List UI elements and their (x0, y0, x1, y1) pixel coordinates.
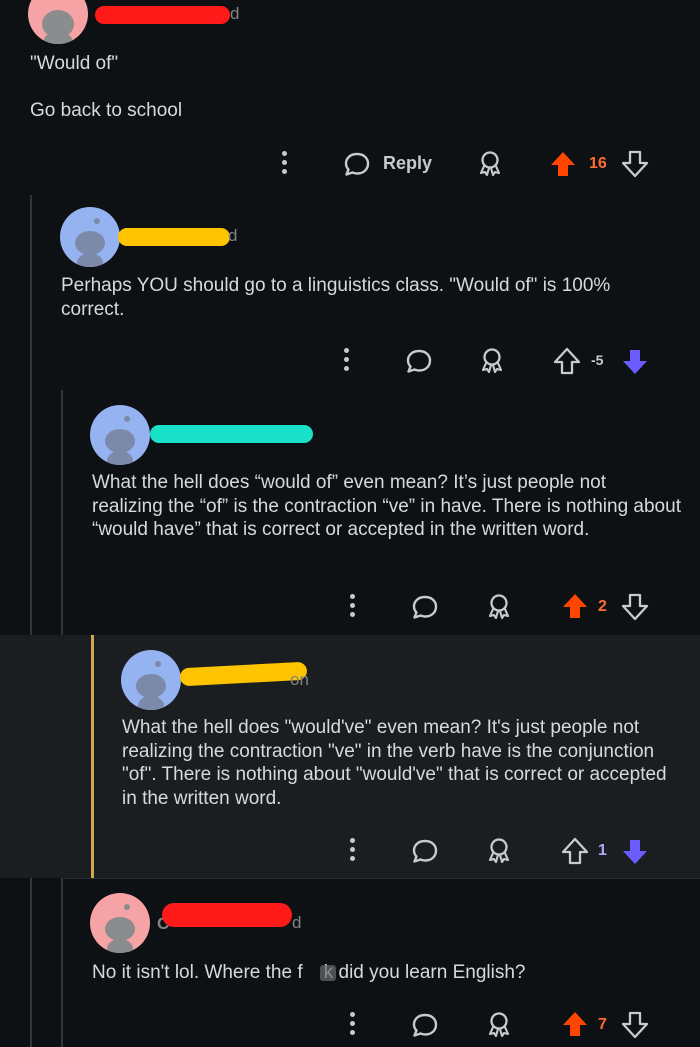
upvote-icon[interactable] (552, 346, 582, 376)
upvote-icon[interactable] (560, 836, 590, 866)
award-icon[interactable] (477, 346, 507, 376)
more-options-icon[interactable] (282, 151, 288, 178)
snoo-avatar-icon (42, 10, 74, 44)
divider (62, 878, 700, 879)
downvote-icon[interactable] (620, 837, 650, 867)
award-icon[interactable] (484, 836, 514, 866)
username-redaction (95, 6, 230, 24)
snoo-avatar-icon (75, 218, 105, 267)
downvote-icon[interactable] (620, 149, 650, 179)
avatar[interactable] (90, 405, 150, 465)
downvote-icon[interactable] (620, 592, 650, 622)
username-redaction (150, 425, 313, 443)
username-redaction (118, 228, 230, 246)
comment-body: What the hell does “would of” even mean?… (92, 472, 681, 540)
username[interactable]: d (230, 4, 239, 24)
username-redaction (162, 903, 292, 927)
vote-count: 16 (589, 155, 607, 172)
vote-count: 2 (598, 598, 607, 615)
censor-blur (320, 965, 336, 981)
award-icon[interactable] (475, 149, 505, 179)
award-icon[interactable] (484, 1010, 514, 1040)
downvote-icon[interactable] (620, 347, 650, 377)
more-options-icon[interactable] (350, 594, 356, 621)
username[interactable]: on (290, 670, 309, 690)
comment-quote: "Would of" (30, 53, 119, 74)
vote-count: 7 (598, 1016, 607, 1033)
more-options-icon[interactable] (350, 838, 356, 865)
award-icon[interactable] (484, 592, 514, 622)
thread-line[interactable] (30, 195, 32, 1047)
highlight-bar (91, 635, 94, 878)
snoo-avatar-icon (105, 904, 135, 953)
snoo-avatar-icon (136, 661, 166, 710)
avatar[interactable] (28, 0, 88, 44)
upvote-icon[interactable] (560, 1009, 590, 1039)
avatar[interactable] (60, 207, 120, 267)
avatar[interactable] (121, 650, 181, 710)
reply-icon[interactable] (404, 346, 434, 376)
upvote-icon[interactable] (560, 591, 590, 621)
vote-count: 1 (598, 842, 607, 859)
comment-body: No it isn't lol. Where the f k did you l… (92, 962, 526, 983)
avatar[interactable] (90, 893, 150, 953)
reply-icon[interactable] (410, 1010, 440, 1040)
username[interactable]: d (228, 226, 237, 246)
more-options-icon[interactable] (350, 1012, 356, 1039)
comment-body: Perhaps YOU should go to a linguistics c… (61, 275, 611, 320)
snoo-avatar-icon (105, 416, 135, 465)
reply-icon[interactable] (342, 149, 372, 179)
reply-icon[interactable] (410, 836, 440, 866)
vote-count: -5 (591, 352, 604, 368)
reply-icon[interactable] (410, 592, 440, 622)
upvote-icon[interactable] (548, 149, 578, 179)
comment-body: Go back to school (30, 100, 183, 121)
reply-button[interactable]: Reply (383, 153, 432, 174)
more-options-icon[interactable] (344, 348, 350, 375)
comment-body: What the hell does "would've" even mean?… (122, 717, 667, 809)
downvote-icon[interactable] (620, 1010, 650, 1040)
username[interactable]: d (292, 913, 301, 933)
